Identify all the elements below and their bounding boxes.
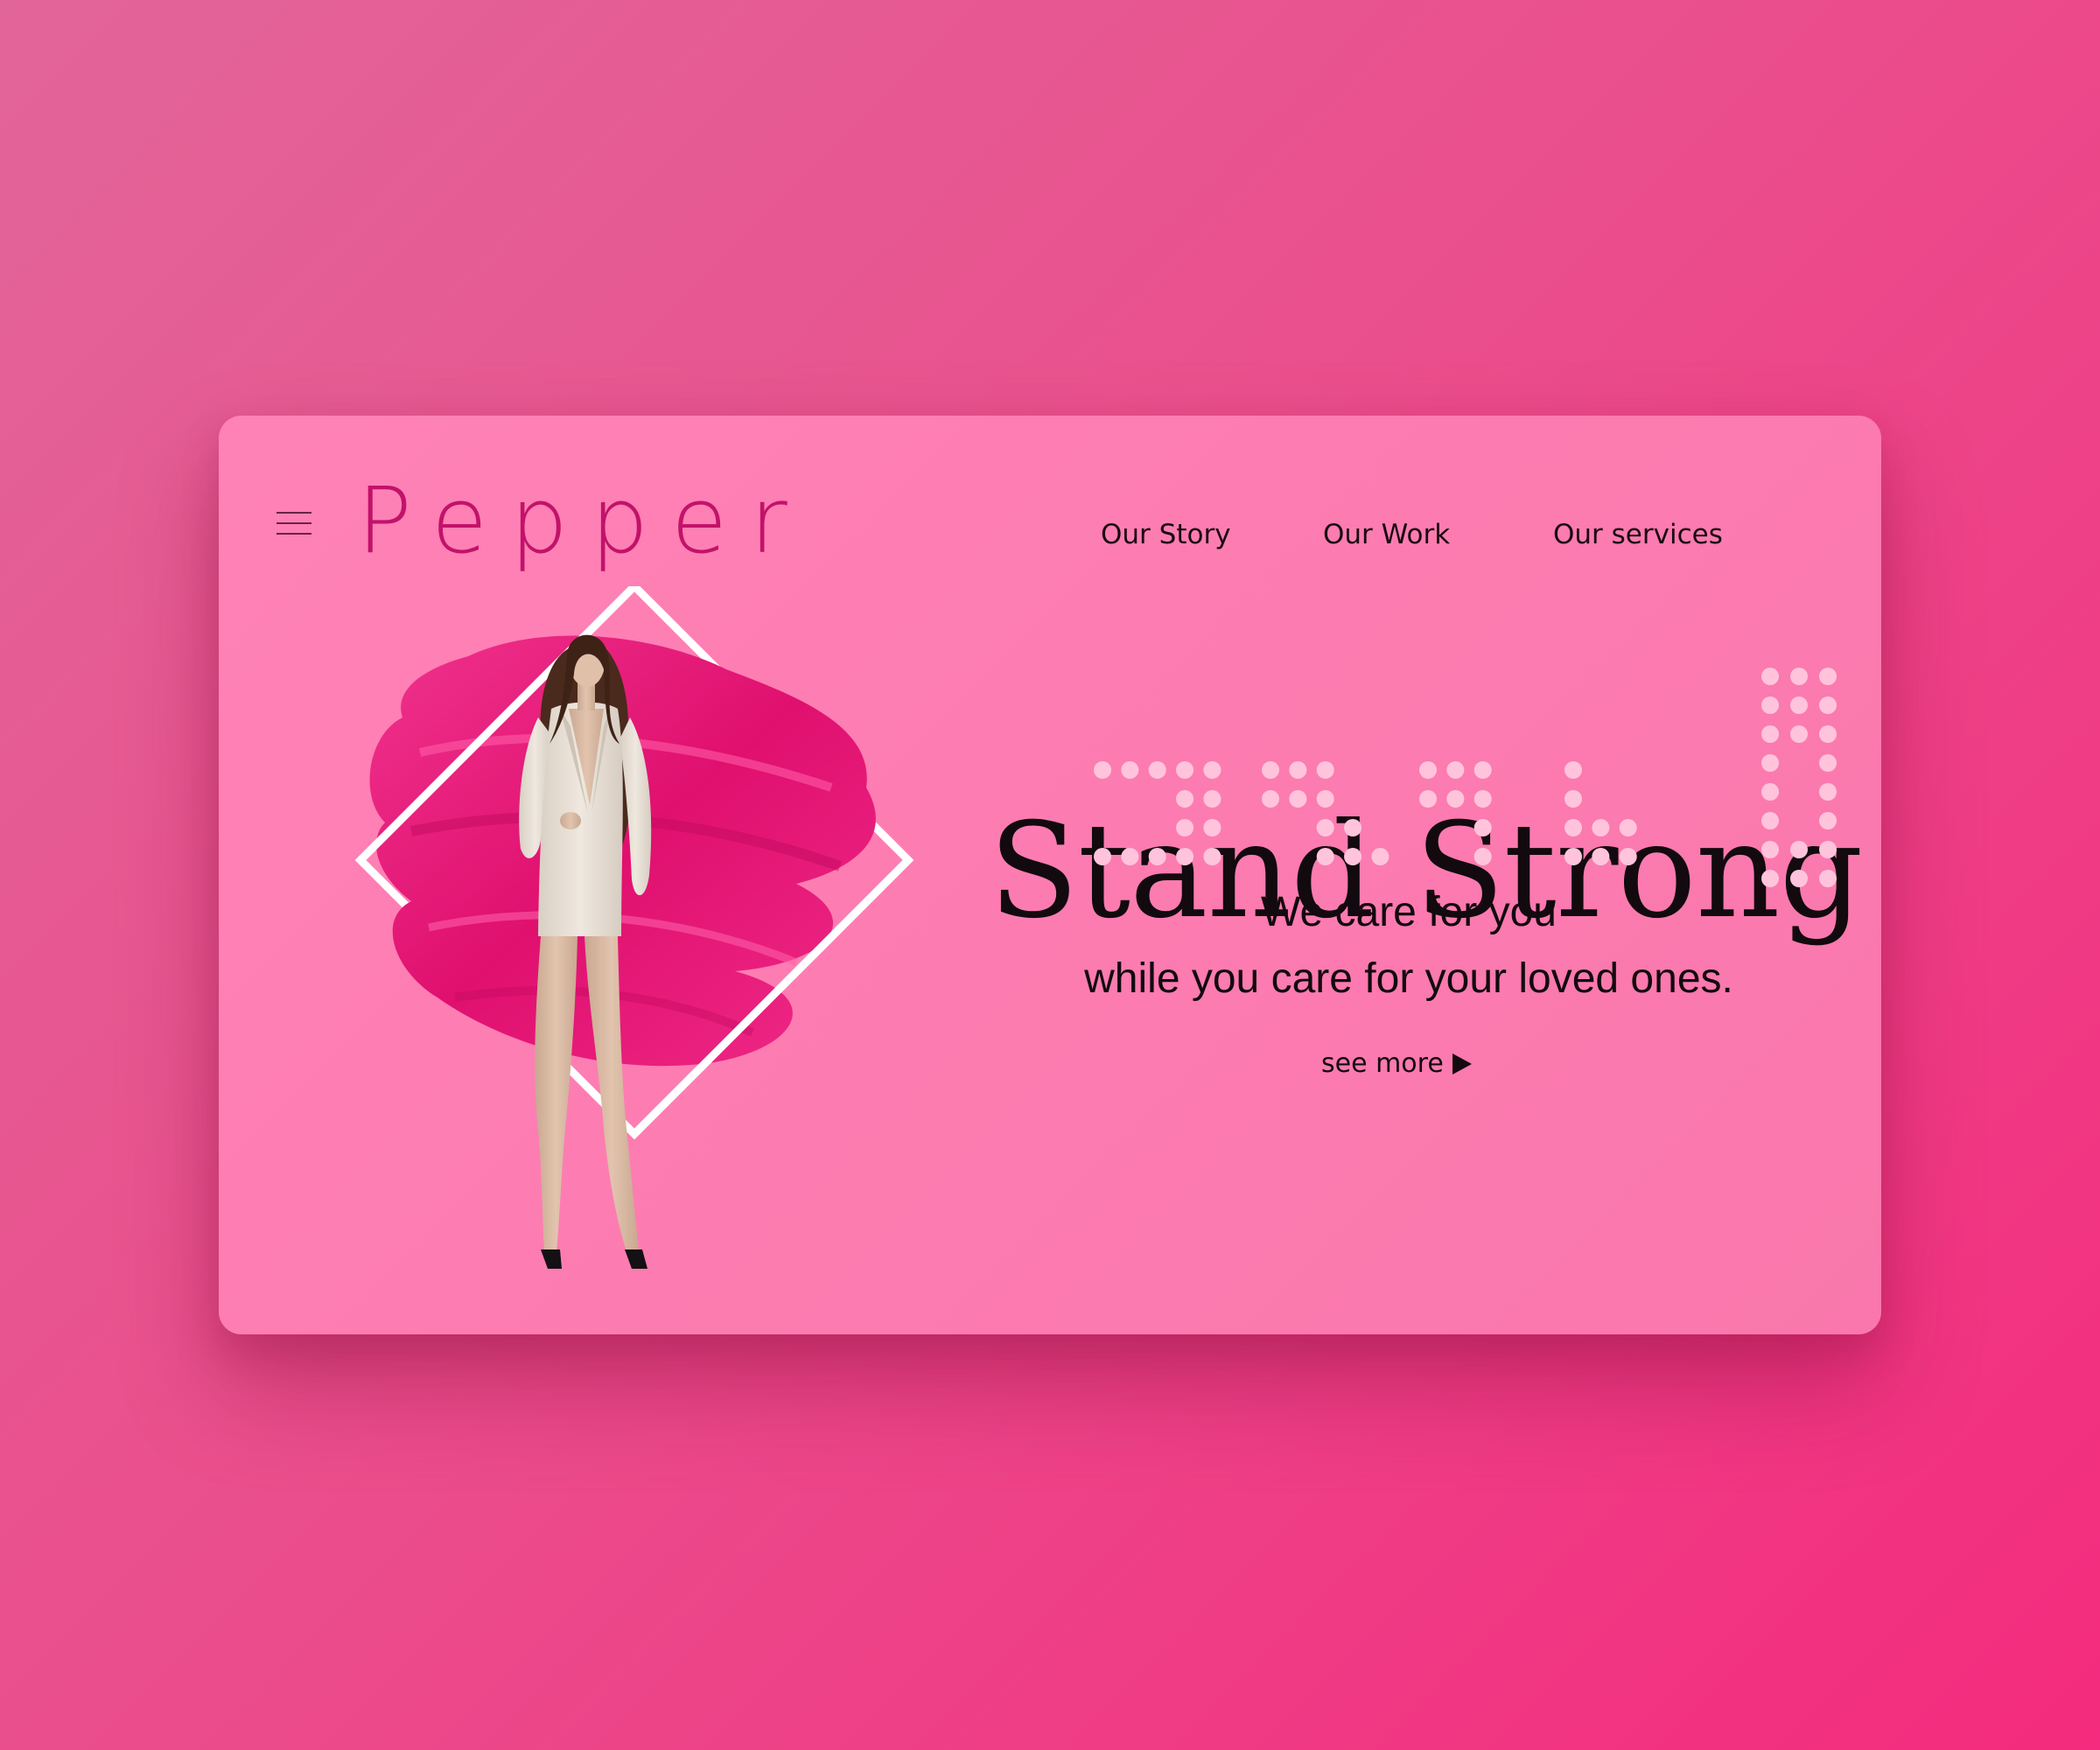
dot-column — [1819, 668, 1837, 685]
main-nav: Our Story Our Work Our services — [219, 519, 1881, 554]
dot-glyph-3 — [1564, 761, 1582, 779]
dot-column — [1819, 754, 1837, 772]
dot-glyph-0 — [1094, 761, 1111, 779]
see-more-label: see more — [1321, 1048, 1444, 1079]
dot-column — [1790, 696, 1808, 714]
dot-glyph-2 — [1474, 761, 1492, 779]
dot-column — [1761, 725, 1779, 743]
dot-column — [1819, 725, 1837, 743]
dot-column — [1761, 696, 1779, 714]
dot-glyph-1 — [1289, 761, 1307, 779]
dot-column — [1761, 754, 1779, 772]
nav-link-our-work[interactable]: Our Work — [1323, 519, 1450, 550]
see-more-link[interactable]: see more — [1321, 1048, 1472, 1079]
nav-link-our-services[interactable]: Our services — [1553, 519, 1723, 550]
play-arrow-icon — [1452, 1053, 1472, 1074]
dot-glyph-0 — [1121, 761, 1139, 779]
dot-column — [1790, 668, 1808, 685]
dot-glyph-1 — [1262, 761, 1279, 779]
dot-glyph-0 — [1203, 761, 1222, 779]
hero-illustration — [354, 586, 914, 1269]
hero-subline-2: while you care for your loved ones. — [1084, 956, 1733, 1002]
dot-column — [1790, 725, 1808, 743]
hero-card: Pepper Our Story Our Work Our services S… — [219, 416, 1881, 1334]
dot-glyph-0 — [1176, 761, 1194, 779]
dot-column — [1761, 668, 1779, 685]
dot-glyph-2 — [1446, 761, 1465, 779]
dot-column — [1819, 696, 1837, 714]
hero-subline-1: We care for you — [1261, 889, 1557, 935]
nav-link-our-story[interactable]: Our Story — [1101, 519, 1231, 550]
dot-glyph-2 — [1419, 761, 1437, 779]
dot-glyph-0 — [1148, 761, 1166, 779]
dot-glyph-1 — [1316, 761, 1334, 779]
